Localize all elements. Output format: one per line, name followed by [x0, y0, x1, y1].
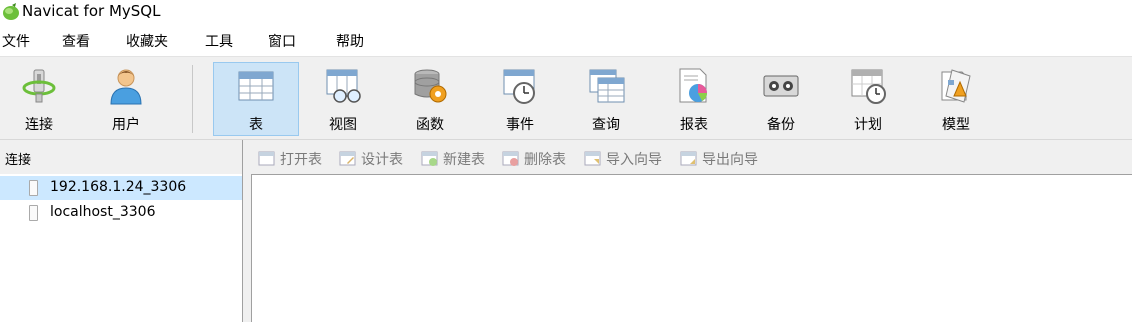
server-icon — [29, 205, 38, 221]
window-title: Navicat for MySQL — [22, 2, 161, 20]
function-button[interactable]: 函数 — [387, 62, 473, 136]
event-clock-icon — [503, 69, 535, 104]
event-button[interactable]: 事件 — [477, 62, 563, 136]
connection-pane: 连接 192.168.1.24_3306 localhost_3306 — [0, 140, 243, 322]
import-wizard-icon — [584, 151, 601, 166]
open-table-label: 打开表 — [280, 152, 322, 168]
query-label: 查询 — [592, 117, 620, 133]
import-wizard-label: 导入向导 — [606, 152, 662, 168]
connection-pane-title: 连接 — [5, 153, 32, 168]
connection-plug-icon — [22, 69, 56, 103]
connection-name: 192.168.1.24_3306 — [50, 179, 187, 195]
export-wizard-label: 导出向导 — [702, 152, 758, 168]
connect-button[interactable]: 连接 — [0, 62, 82, 136]
schedule-calendar-icon — [851, 69, 886, 104]
user-label: 用户 — [112, 117, 140, 133]
new-table-label: 新建表 — [443, 152, 485, 168]
schedule-label: 计划 — [854, 117, 882, 133]
schedule-button[interactable]: 计划 — [825, 62, 911, 136]
model-icon — [941, 69, 971, 103]
function-label: 函数 — [416, 117, 444, 133]
delete-table-icon — [502, 151, 519, 166]
menu-help[interactable]: 帮助 — [336, 31, 364, 51]
model-label: 模型 — [942, 117, 970, 133]
connection-item[interactable]: localhost_3306 — [0, 201, 242, 225]
navicat-logo-icon — [3, 3, 19, 20]
toolbar-separator — [192, 65, 193, 133]
backup-tape-icon — [763, 75, 799, 97]
connection-pane-header: 连接 — [0, 140, 242, 174]
query-button[interactable]: 查询 — [563, 62, 649, 136]
table-icon — [238, 71, 274, 101]
model-button[interactable]: 模型 — [913, 62, 999, 136]
new-table-icon — [421, 151, 438, 166]
design-table-label: 设计表 — [361, 152, 403, 168]
title-bar: Navicat for MySQL — [0, 0, 1132, 24]
view-label: 视图 — [329, 117, 357, 133]
view-glasses-icon — [326, 69, 361, 103]
function-database-icon — [414, 69, 447, 103]
menu-view[interactable]: 查看 — [62, 31, 90, 51]
report-chart-icon — [679, 68, 707, 103]
report-label: 报表 — [680, 117, 708, 133]
server-icon — [29, 180, 38, 196]
design-table-icon — [339, 151, 356, 166]
backup-button[interactable]: 备份 — [738, 62, 824, 136]
main-toolbar: 连接 用户 表 视图 函数 事件 查询 报表 备份 计划 模型 — [0, 56, 1132, 140]
menu-window[interactable]: 窗口 — [268, 31, 296, 51]
backup-label: 备份 — [767, 117, 795, 133]
menu-bar: 文件 查看 收藏夹 工具 窗口 帮助 — [0, 24, 1132, 56]
menu-favorites[interactable]: 收藏夹 — [126, 31, 168, 51]
connection-item[interactable]: 192.168.1.24_3306 — [0, 176, 242, 200]
connect-label: 连接 — [25, 117, 53, 133]
object-toolbar: 打开表 设计表 新建表 删除表 导入向导 导出向导 — [243, 140, 1132, 174]
delete-table-label: 删除表 — [524, 152, 566, 168]
export-wizard-icon — [680, 151, 697, 166]
connection-name: localhost_3306 — [50, 204, 156, 220]
open-table-icon — [258, 151, 275, 166]
menu-file[interactable]: 文件 — [2, 31, 30, 51]
view-button[interactable]: 视图 — [300, 62, 386, 136]
report-button[interactable]: 报表 — [651, 62, 737, 136]
table-label: 表 — [249, 117, 263, 133]
query-icon — [589, 69, 625, 103]
table-button[interactable]: 表 — [213, 62, 299, 136]
object-list-area[interactable] — [251, 174, 1132, 322]
user-icon — [110, 69, 142, 105]
user-button[interactable]: 用户 — [83, 62, 169, 136]
menu-tools[interactable]: 工具 — [205, 31, 233, 51]
event-label: 事件 — [506, 117, 534, 133]
